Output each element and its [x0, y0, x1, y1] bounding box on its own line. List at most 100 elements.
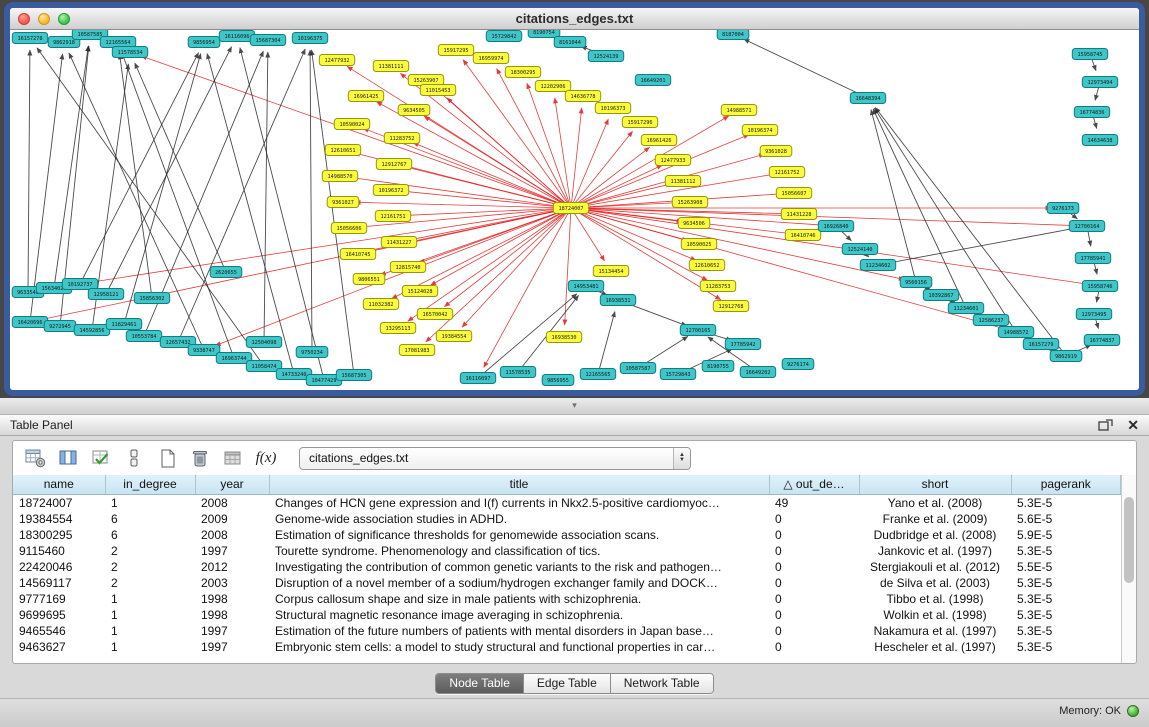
zoom-button[interactable] — [58, 13, 70, 25]
table-row[interactable]: 969969511998Structural magnetic resonanc… — [13, 607, 1121, 623]
network-view[interactable]: 1247793211381111152639071696142510590024… — [10, 30, 1139, 390]
column-header[interactable]: name — [13, 475, 105, 494]
graph-node[interactable]: 15134454 — [593, 266, 628, 277]
graph-node[interactable]: 16410746 — [785, 230, 820, 241]
graph-node[interactable]: 15056606 — [331, 223, 366, 234]
graph-node[interactable]: 9276174 — [782, 359, 814, 370]
graph-edge[interactable] — [462, 208, 571, 327]
delete-icon[interactable] — [188, 446, 212, 470]
graph-node[interactable]: 9338747 — [188, 345, 220, 356]
memory-indicator[interactable] — [1127, 705, 1139, 717]
graph-node[interactable]: 12504098 — [246, 337, 281, 348]
network-canvas[interactable]: 1247793211381111152639071696142510590024… — [10, 30, 1139, 390]
graph-node[interactable]: 12524139 — [588, 51, 623, 62]
graph-node[interactable]: 9750234 — [296, 347, 328, 358]
graph-node[interactable]: 8161044 — [554, 37, 586, 48]
graph-node[interactable]: 10196374 — [742, 125, 777, 136]
panel-divider[interactable]: ▾ — [0, 398, 1149, 414]
graph-edge[interactable] — [571, 208, 1088, 284]
column-header[interactable]: short — [859, 475, 1011, 494]
graph-node[interactable]: 15729842 — [486, 31, 521, 42]
graph-edge[interactable] — [122, 53, 234, 358]
graph-edge[interactable] — [264, 52, 268, 342]
graph-node[interactable]: 15958745 — [1072, 49, 1107, 60]
table-row[interactable]: 911546021997Tourette syndrome. Phenomeno… — [13, 543, 1121, 559]
graph-node[interactable]: 10196373 — [595, 103, 630, 114]
graph-edge[interactable] — [871, 110, 916, 282]
graph-node[interactable]: 12610652 — [689, 260, 724, 271]
graph-node[interactable]: 12524140 — [842, 244, 877, 255]
graph-node[interactable]: 11234602 — [860, 260, 895, 271]
graph-node[interactable]: 11283753 — [700, 281, 735, 292]
table-row[interactable]: 946554611997Estimation of the future num… — [13, 623, 1121, 639]
graph-node[interactable]: 10192737 — [62, 279, 97, 290]
graph-node[interactable]: 18300295 — [505, 67, 540, 78]
graph-node[interactable]: 16116096 — [219, 31, 254, 42]
column-header[interactable]: title — [269, 475, 769, 494]
graph-node[interactable]: 13295113 — [380, 323, 415, 334]
graph-node[interactable]: 19384554 — [436, 331, 471, 342]
graph-edge[interactable] — [571, 131, 632, 208]
graph-node[interactable]: 16157278 — [12, 33, 47, 44]
graph-node[interactable]: 11015453 — [420, 85, 455, 96]
graph-edge[interactable] — [571, 116, 729, 208]
graph-node[interactable]: 14636778 — [565, 91, 600, 102]
graph-node[interactable]: 9361028 — [760, 146, 792, 157]
graph-node[interactable]: 11578535 — [500, 367, 535, 378]
tab-node-table[interactable]: Node Table — [436, 674, 524, 693]
graph-edge[interactable] — [744, 39, 868, 98]
graph-node[interactable]: 12161751 — [375, 211, 410, 222]
table-row[interactable]: 2242004622012Investigating the contribut… — [13, 559, 1121, 575]
edit-table-icon[interactable] — [89, 446, 113, 470]
graph-node[interactable]: 16938531 — [600, 295, 635, 306]
graph-node[interactable]: 10196375 — [292, 33, 327, 44]
graph-node[interactable]: 11431227 — [381, 237, 416, 248]
graph-node[interactable]: 9272945 — [44, 321, 76, 332]
graph-node[interactable]: 12165565 — [580, 369, 615, 380]
graph-edge[interactable] — [444, 208, 571, 307]
column-header[interactable]: △ out_de… — [769, 475, 859, 494]
graph-node[interactable]: 9856955 — [542, 375, 574, 386]
graph-node[interactable]: 8187004 — [717, 30, 749, 40]
import-table-icon[interactable] — [221, 446, 245, 470]
graph-edge[interactable] — [571, 108, 582, 208]
graph-node[interactable]: 14988570 — [322, 171, 357, 182]
table-settings-icon[interactable] — [23, 446, 47, 470]
table-row[interactable]: 1830029562008Estimation of significance … — [13, 527, 1121, 543]
graph-node[interactable]: 12586237 — [973, 315, 1008, 326]
graph-node[interactable]: 10590024 — [334, 119, 369, 130]
graph-node[interactable]: 9806551 — [353, 274, 385, 285]
graph-node[interactable]: 11381111 — [373, 61, 408, 72]
graph-node[interactable]: 15687304 — [250, 35, 285, 46]
graph-edge[interactable] — [141, 56, 571, 208]
graph-node[interactable]: 16774837 — [1084, 335, 1119, 346]
graph-edge[interactable] — [135, 63, 226, 272]
graph-node[interactable]: 17081983 — [399, 345, 434, 356]
table-row[interactable]: 1872400712008Changes of HCN gene express… — [13, 494, 1121, 511]
graph-node[interactable]: 8190754 — [528, 30, 560, 38]
graph-node[interactable]: 14988571 — [721, 105, 756, 116]
graph-node[interactable]: 15729843 — [660, 369, 695, 380]
graph-node[interactable]: 16961426 — [641, 135, 676, 146]
graph-edge[interactable] — [28, 50, 30, 292]
graph-edge[interactable] — [571, 208, 1004, 329]
graph-node[interactable]: 12958121 — [88, 289, 123, 300]
minimize-button[interactable] — [38, 13, 50, 25]
graph-node[interactable]: 12973494 — [1082, 77, 1117, 88]
graph-node[interactable]: 12202906 — [535, 81, 570, 92]
graph-node[interactable]: 10392867 — [923, 290, 958, 301]
graph-node[interactable]: 9276173 — [1047, 203, 1079, 214]
graph-node[interactable]: 2620655 — [210, 267, 242, 278]
graph-node[interactable]: 12912768 — [713, 301, 748, 312]
column-header[interactable]: year — [195, 475, 269, 494]
graph-edge[interactable] — [40, 208, 571, 290]
graph-node[interactable]: 15263907 — [408, 75, 443, 86]
graph-node[interactable]: 16938530 — [546, 332, 581, 343]
table-row[interactable]: 977716911998Corpus callosum shape and si… — [13, 591, 1121, 607]
new-file-icon[interactable] — [155, 446, 179, 470]
graph-node[interactable]: 16648394 — [850, 93, 885, 104]
graph-node[interactable]: 8190755 — [702, 361, 734, 372]
graph-node[interactable]: 11283752 — [384, 133, 419, 144]
graph-node[interactable]: 15917296 — [622, 117, 657, 128]
graph-node[interactable]: 10590025 — [681, 239, 716, 250]
